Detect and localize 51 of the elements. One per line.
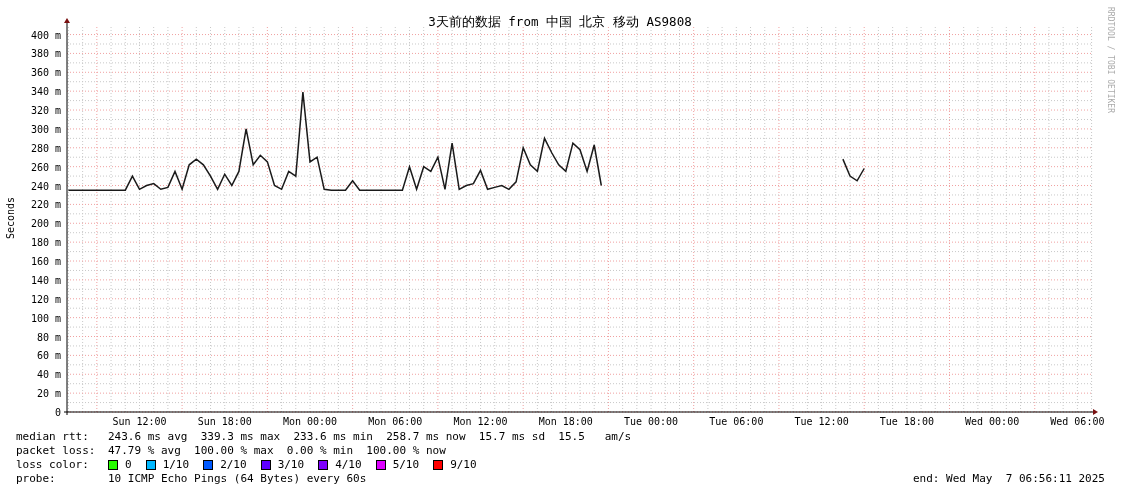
axis-label: Mon 00:00: [282, 416, 338, 427]
axis-label: 40 m: [36, 369, 61, 381]
legend-label: median rtt:: [16, 430, 90, 444]
legend-stats: 243.6 ms avg 339.3 ms max 233.6 ms min 258.7 ms now 15.7 ms sd 15.5 am/s: [108, 430, 632, 444]
axis-label: Mon 12:00: [453, 416, 508, 427]
axis-label: Wed 06:00: [1050, 416, 1105, 427]
legend-item: 5/10: [392, 458, 420, 472]
legend-item: 9/10: [450, 458, 477, 472]
axis-label: 180 m: [30, 237, 61, 249]
legend-item: 0: [125, 458, 132, 472]
chart-title: 3天前的数据 from 中国 北京 移动 AS9808: [428, 14, 692, 29]
axis-label: 340 m: [30, 86, 61, 98]
legend-item: 1/10: [162, 458, 190, 472]
credit-text: RRDTOOL / TOBI OETIKER: [1106, 7, 1115, 113]
axis-label: 100 m: [30, 312, 61, 324]
legend-label: probe:: [16, 472, 57, 486]
axis-label: 380 m: [30, 48, 61, 60]
axis-label: 80 m: [36, 331, 61, 343]
axis-label: 240 m: [30, 180, 61, 192]
axis-label: Tue 06:00: [709, 416, 764, 427]
axis-label: Sun 12:00: [112, 416, 167, 427]
axis-label: 400 m: [30, 29, 61, 41]
axis-label: 360 m: [30, 67, 61, 79]
legend-label: packet loss:: [16, 444, 97, 458]
axis-label: 140 m: [30, 274, 61, 286]
legend-item: 3/10: [277, 458, 305, 472]
axis-label: Sun 18:00: [197, 416, 252, 427]
axis-label: 160 m: [30, 256, 61, 267]
legend-item: 2/10: [220, 458, 247, 472]
axis-label: Wed 00:00: [965, 416, 1020, 427]
axis-label: 120 m: [30, 293, 61, 305]
legend-label: loss color:: [16, 458, 90, 472]
axis-label: 220 m: [30, 199, 61, 211]
axis-label: 320 m: [30, 105, 61, 117]
axis-label: Tue 12:00: [794, 416, 849, 427]
axis-label: 0: [54, 407, 61, 418]
axis-label: Tue 00:00: [623, 416, 679, 427]
legend-item: 4/10: [335, 458, 362, 472]
end-time: end: Wed May 7 06:56:11 2025: [912, 472, 1105, 486]
axis-title: Seconds: [5, 196, 16, 240]
axis-label: Mon 06:00: [368, 416, 423, 427]
axis-label: 280 m: [30, 142, 61, 154]
axis-label: 20 m: [36, 388, 61, 400]
axis-label: Mon 18:00: [538, 416, 593, 427]
axis-label: 200 m: [30, 218, 61, 230]
probe-text: 10 ICMP Echo Pings (64 Bytes) every 60s: [108, 472, 367, 486]
legend-stats: 47.79 % avg 100.00 % max 0.00 % min 100.00 % now: [108, 444, 446, 458]
axis-label: 300 m: [30, 123, 61, 135]
axis-label: Tue 18:00: [879, 416, 934, 427]
axis-label: 260 m: [30, 161, 61, 173]
axis-label: 60 m: [36, 350, 61, 362]
